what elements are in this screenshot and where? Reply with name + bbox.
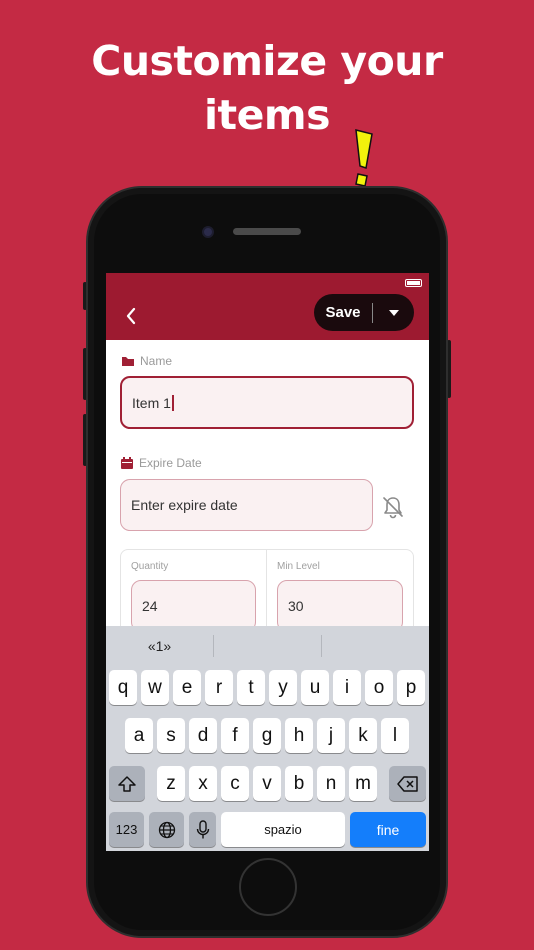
suggestion-item[interactable]: «1»: [106, 638, 213, 654]
key-w[interactable]: w: [141, 670, 169, 705]
save-button[interactable]: Save: [314, 304, 372, 321]
key-j[interactable]: j: [317, 718, 345, 753]
key-d[interactable]: d: [189, 718, 217, 753]
quantity-value: 24: [142, 598, 158, 614]
key-c[interactable]: c: [221, 766, 249, 801]
earpiece-speaker: [233, 228, 301, 235]
expire-field-label-row: Expire Date: [120, 456, 202, 470]
suggestion-separator: [213, 635, 214, 657]
key-p[interactable]: p: [397, 670, 425, 705]
phone-screen: Save Name Item 1 Expire Date Enter expir…: [106, 273, 429, 851]
back-button[interactable]: [118, 303, 144, 329]
key-f[interactable]: f: [221, 718, 249, 753]
numbers-key[interactable]: 123: [109, 812, 144, 847]
headline-line-2: items: [203, 91, 331, 139]
key-o[interactable]: o: [365, 670, 393, 705]
back-chevron-icon: [126, 307, 136, 325]
shift-icon: [118, 775, 136, 792]
exclamation-icon: [355, 129, 373, 187]
key-b[interactable]: b: [285, 766, 313, 801]
key-x[interactable]: x: [189, 766, 217, 801]
key-n[interactable]: n: [317, 766, 345, 801]
reminder-toggle-button[interactable]: [378, 492, 408, 522]
return-key[interactable]: fine: [350, 812, 426, 847]
bell-off-icon: [383, 497, 403, 519]
suggestion-bar: «1»: [106, 626, 429, 666]
key-i[interactable]: i: [333, 670, 361, 705]
key-e[interactable]: e: [173, 670, 201, 705]
app-bar: Save: [106, 273, 429, 340]
battery-icon: [405, 279, 422, 287]
expire-date-placeholder: Enter expire date: [131, 497, 238, 513]
backspace-key[interactable]: [389, 766, 426, 801]
suggestion-separator: [321, 635, 322, 657]
front-camera: [202, 226, 214, 238]
save-options-button[interactable]: [373, 294, 414, 331]
name-input-value: Item 1: [132, 394, 171, 411]
space-key[interactable]: spazio: [221, 812, 345, 847]
calendar-icon: [121, 457, 133, 469]
dictation-key[interactable]: [189, 812, 216, 847]
expire-field-label: Expire Date: [139, 456, 202, 470]
key-g[interactable]: g: [253, 718, 281, 753]
key-q[interactable]: q: [109, 670, 137, 705]
quantity-input[interactable]: 24: [131, 580, 256, 632]
shift-key[interactable]: [109, 766, 145, 801]
chevron-down-icon: [388, 309, 399, 316]
name-input[interactable]: Item 1: [120, 376, 414, 429]
keyboard: «1» q w e r t y u i o p a s d f g h j k …: [106, 626, 429, 851]
key-r[interactable]: r: [205, 670, 233, 705]
home-button[interactable]: [239, 858, 297, 916]
name-field-label-row: Name: [121, 354, 172, 368]
globe-key[interactable]: [149, 812, 184, 847]
key-m[interactable]: m: [349, 766, 377, 801]
min-level-input[interactable]: 30: [277, 580, 403, 632]
folder-icon: [122, 357, 134, 366]
name-field-label: Name: [140, 354, 173, 368]
key-k[interactable]: k: [349, 718, 377, 753]
globe-icon: [158, 821, 175, 838]
min-level-label: Min Level: [277, 561, 320, 572]
key-l[interactable]: l: [381, 718, 409, 753]
headline: Customize your items: [0, 34, 534, 187]
headline-line-1: Customize your: [91, 37, 443, 85]
key-z[interactable]: z: [157, 766, 185, 801]
key-a[interactable]: a: [125, 718, 153, 753]
text-cursor: [171, 394, 174, 411]
min-level-value: 30: [288, 598, 304, 614]
key-h[interactable]: h: [285, 718, 313, 753]
key-t[interactable]: t: [237, 670, 265, 705]
key-u[interactable]: u: [301, 670, 329, 705]
backspace-icon: [396, 775, 418, 792]
save-split-button: Save: [314, 294, 414, 331]
microphone-icon: [196, 819, 209, 838]
key-y[interactable]: y: [269, 670, 297, 705]
key-s[interactable]: s: [157, 718, 185, 753]
expire-date-input[interactable]: Enter expire date: [120, 479, 373, 531]
key-v[interactable]: v: [253, 766, 281, 801]
quantity-label: Quantity: [131, 561, 169, 572]
